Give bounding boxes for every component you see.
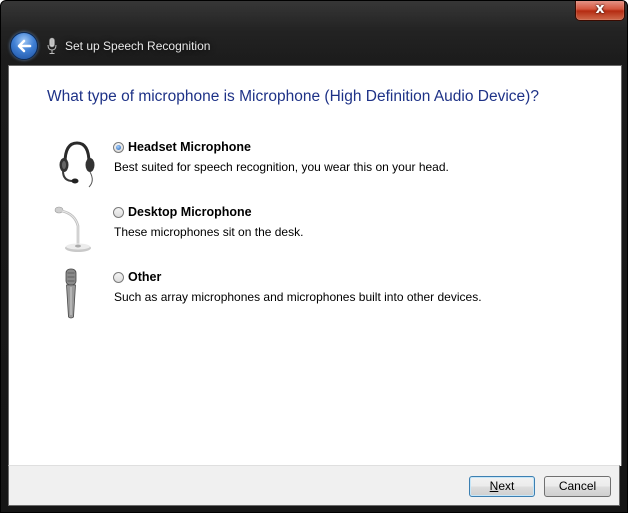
page-heading: What type of microphone is Microphone (H…: [47, 88, 539, 105]
other-radio[interactable]: [113, 272, 124, 283]
desktop-radio[interactable]: [113, 207, 124, 218]
desktop-label: Desktop Microphone: [128, 205, 252, 219]
microphone-icon: [47, 37, 57, 54]
headset-microphone-icon: [59, 141, 95, 188]
headset-label: Headset Microphone: [128, 140, 251, 154]
desktop-microphone-icon: [54, 206, 91, 252]
headset-radio[interactable]: [113, 142, 124, 153]
next-button-label: ext: [498, 479, 515, 493]
other-description: Such as array microphones and microphone…: [114, 290, 482, 304]
window-title: Set up Speech Recognition: [65, 39, 211, 53]
speech-recognition-window: x Set up Speech Recognition What type of…: [0, 0, 628, 513]
close-icon: x: [595, 1, 605, 17]
option-headset-microphone[interactable]: Headset Microphone Best suited for speec…: [9, 137, 621, 197]
headset-description: Best suited for speech recognition, you …: [114, 160, 449, 174]
handheld-microphone-icon: [65, 268, 77, 319]
back-button[interactable]: [10, 32, 38, 60]
desktop-description: These microphones sit on the desk.: [114, 225, 304, 239]
option-other-microphone[interactable]: Other Such as array microphones and micr…: [9, 267, 621, 327]
next-button[interactable]: Next: [469, 476, 535, 497]
cancel-button[interactable]: Cancel: [544, 476, 611, 497]
option-desktop-microphone[interactable]: Desktop Microphone These microphones sit…: [9, 202, 621, 262]
close-button[interactable]: x: [575, 1, 625, 21]
wizard-content: What type of microphone is Microphone (H…: [8, 65, 622, 466]
button-bar: Next Cancel: [8, 465, 620, 506]
other-label: Other: [128, 270, 162, 284]
back-arrow-icon: [17, 39, 32, 53]
